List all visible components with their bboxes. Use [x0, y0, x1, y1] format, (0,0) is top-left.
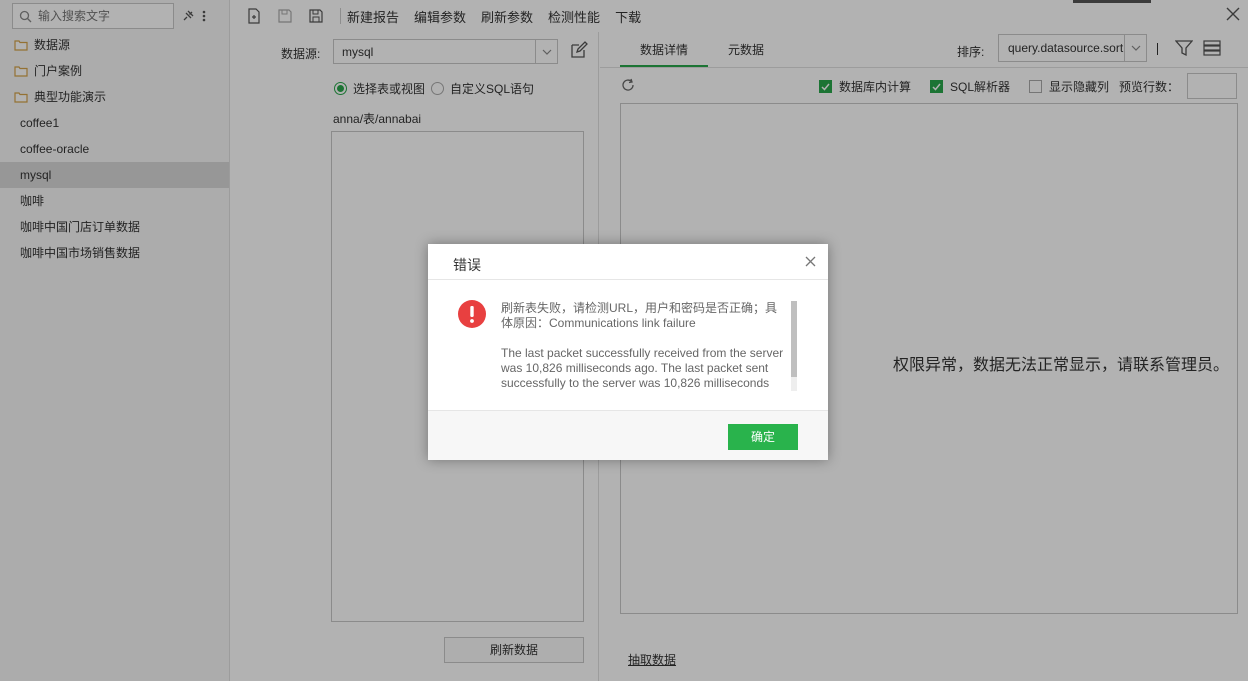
error-icon [458, 300, 486, 331]
dialog-footer: 确定 [428, 410, 828, 460]
dialog-scrollbar[interactable] [791, 301, 797, 391]
dialog-title: 错误 [453, 257, 481, 273]
dialog-message: 刷新表失败，请检测URL，用户和密码是否正确；具体原因：Communicatio… [501, 301, 785, 393]
message-text-2: The last packet successfully received fr… [501, 346, 784, 390]
scrollbar-thumb[interactable] [791, 301, 797, 377]
error-dialog: 错误 刷新表失败，请检测URL，用户和密码是否正确；具体原因：Communica… [428, 244, 828, 460]
ok-button[interactable]: 确定 [728, 424, 798, 450]
message-text-1: 刷新表失败，请检测URL，用户和密码是否正确；具体原因：Communicatio… [501, 301, 778, 330]
close-icon[interactable] [805, 256, 816, 270]
dialog-header: 错误 [428, 244, 828, 280]
dialog-body: 刷新表失败，请检测URL，用户和密码是否正确；具体原因：Communicatio… [428, 281, 828, 410]
